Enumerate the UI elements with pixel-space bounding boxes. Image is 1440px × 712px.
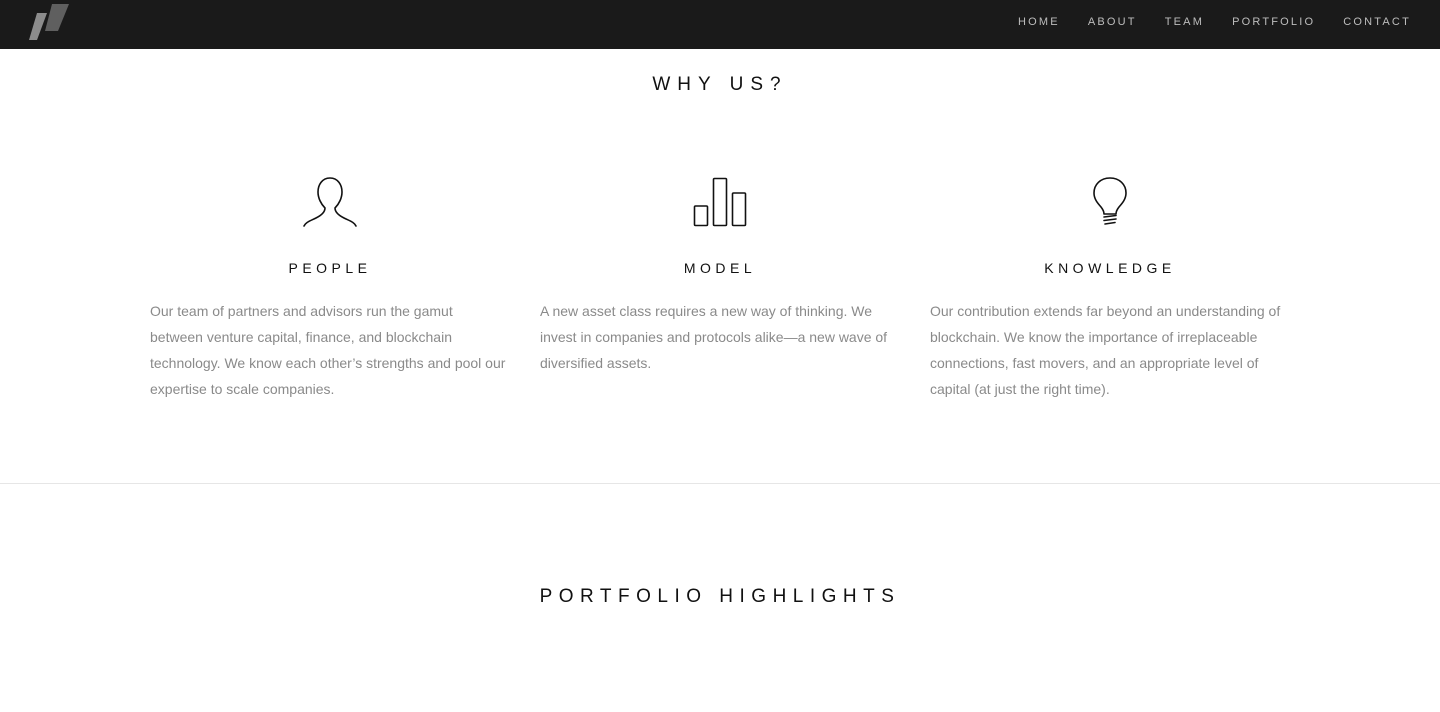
portfolio-highlights-title: PORTFOLIO HIGHLIGHTS xyxy=(539,586,901,607)
nav-link-team[interactable]: TEAM xyxy=(1165,16,1204,28)
feature-heading: MODEL xyxy=(683,260,757,276)
navbar: HOME ABOUT TEAM PORTFOLIO CONTACT xyxy=(0,0,1440,49)
feature-description: Our team of partners and advisors run th… xyxy=(150,303,506,397)
person-icon xyxy=(302,176,358,233)
logo[interactable] xyxy=(28,3,70,41)
feature-heading: KNOWLEDGE xyxy=(1044,260,1176,276)
nav-link-home[interactable]: HOME xyxy=(1018,16,1060,28)
logo-mark-icon xyxy=(29,4,69,40)
main-nav: HOME ABOUT TEAM PORTFOLIO CONTACT xyxy=(990,0,1411,43)
nav-link-contact[interactable]: CONTACT xyxy=(1343,16,1411,28)
feature-description: Our contribution extends far beyond an u… xyxy=(930,303,1281,397)
feature-description: A new asset class requires a new way of … xyxy=(540,303,888,371)
bar-chart-icon xyxy=(692,176,748,233)
nav-link-about[interactable]: ABOUT xyxy=(1088,16,1137,28)
nav-link-portfolio[interactable]: PORTFOLIO xyxy=(1232,16,1315,28)
section-divider xyxy=(0,483,1440,484)
why-us-title: WHY US? xyxy=(652,74,788,95)
feature-heading: PEOPLE xyxy=(288,260,372,276)
lightbulb-icon xyxy=(1090,176,1130,233)
